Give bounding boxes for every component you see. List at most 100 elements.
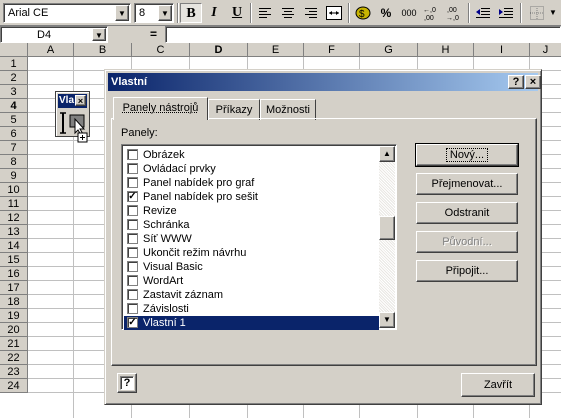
- align-right-button[interactable]: [300, 3, 322, 23]
- list-item[interactable]: Ukončit režim návrhu: [124, 246, 379, 260]
- column-header[interactable]: C: [132, 43, 190, 57]
- formula-input[interactable]: [165, 26, 561, 43]
- increase-decimal-button[interactable]: ←,0,00: [421, 3, 443, 23]
- equals-sign[interactable]: =: [150, 27, 157, 41]
- list-item[interactable]: WordArt: [124, 274, 379, 288]
- close-icon[interactable]: ×: [75, 95, 86, 106]
- checkbox[interactable]: [127, 219, 138, 230]
- list-item[interactable]: Ovládací prvky: [124, 162, 379, 176]
- borders-button[interactable]: [526, 3, 548, 23]
- row-header[interactable]: 18: [0, 295, 28, 309]
- currency-button[interactable]: $: [352, 3, 374, 23]
- column-header[interactable]: E: [248, 43, 304, 57]
- checkbox[interactable]: [127, 205, 138, 216]
- row-header[interactable]: 1: [0, 57, 28, 71]
- list-item[interactable]: Obrázek: [124, 148, 379, 162]
- column-header[interactable]: B: [74, 43, 132, 57]
- close-icon[interactable]: ×: [525, 75, 541, 89]
- tab-options[interactable]: Možnosti: [260, 99, 316, 120]
- rename-toolbar-button[interactable]: Přejmenovat...: [416, 173, 518, 195]
- merge-center-button[interactable]: [323, 3, 345, 23]
- chevron-down-icon[interactable]: ▼: [92, 28, 106, 41]
- bold-button[interactable]: B: [180, 3, 202, 23]
- select-all-corner[interactable]: [0, 43, 28, 57]
- tab-commands[interactable]: Příkazy: [208, 99, 260, 120]
- row-header[interactable]: 11: [0, 197, 28, 211]
- checkbox[interactable]: [127, 247, 138, 258]
- list-item[interactable]: Zastavit záznam: [124, 288, 379, 302]
- font-size-combo[interactable]: 8 ▼: [134, 3, 174, 23]
- column-header[interactable]: D: [190, 43, 248, 57]
- row-header[interactable]: 5: [0, 113, 28, 127]
- font-name-combo[interactable]: Arial CE ▼: [3, 3, 131, 23]
- row-header[interactable]: 9: [0, 169, 28, 183]
- checkbox[interactable]: [127, 163, 138, 174]
- column-header[interactable]: H: [418, 43, 474, 57]
- checkbox[interactable]: [127, 261, 138, 272]
- align-left-button[interactable]: [254, 3, 276, 23]
- dialog-titlebar[interactable]: Vlastní ? ×: [108, 73, 541, 91]
- checkbox[interactable]: [127, 177, 138, 188]
- row-header[interactable]: 8: [0, 155, 28, 169]
- list-item[interactable]: Závislosti: [124, 302, 379, 316]
- chevron-down-icon[interactable]: ▼: [158, 5, 172, 21]
- column-header[interactable]: G: [360, 43, 418, 57]
- checkbox[interactable]: [127, 303, 138, 314]
- percent-button[interactable]: %: [375, 3, 397, 23]
- row-header[interactable]: 3: [0, 85, 28, 99]
- toolbars-listbox[interactable]: Obrázek Ovládací prvky Panel nabídek pro…: [121, 144, 397, 330]
- scroll-up-icon[interactable]: ▲: [379, 146, 395, 162]
- italic-button[interactable]: I: [203, 3, 225, 23]
- chevron-down-icon[interactable]: ▼: [549, 3, 559, 23]
- column-header[interactable]: J: [530, 43, 561, 57]
- align-center-button[interactable]: [277, 3, 299, 23]
- chevron-down-icon[interactable]: ▼: [115, 5, 129, 21]
- checkbox[interactable]: [127, 275, 138, 286]
- help-button[interactable]: ?: [117, 373, 137, 393]
- checkbox-checked[interactable]: ✓: [127, 317, 138, 328]
- row-header[interactable]: 2: [0, 71, 28, 85]
- row-header[interactable]: 17: [0, 281, 28, 295]
- thousands-button[interactable]: 000: [398, 3, 420, 23]
- scroll-down-icon[interactable]: ▼: [379, 312, 395, 328]
- column-header[interactable]: F: [304, 43, 360, 57]
- increase-indent-button[interactable]: [495, 3, 517, 23]
- tab-toolbars[interactable]: Panely nástrojů: [113, 97, 208, 120]
- new-toolbar-button[interactable]: Nový...: [415, 143, 519, 167]
- list-item[interactable]: Revize: [124, 204, 379, 218]
- floating-toolbar[interactable]: Vla ×: [55, 91, 90, 143]
- row-header[interactable]: 15: [0, 253, 28, 267]
- row-header[interactable]: 10: [0, 183, 28, 197]
- delete-toolbar-button[interactable]: Odstranit: [416, 202, 518, 224]
- row-header[interactable]: 4: [0, 99, 28, 113]
- checkbox-checked[interactable]: ✓: [127, 191, 138, 202]
- close-dialog-button[interactable]: Zavřít: [461, 373, 535, 397]
- list-scrollbar[interactable]: ▲ ▼: [379, 146, 395, 328]
- row-header[interactable]: 6: [0, 127, 28, 141]
- floating-toolbar-title[interactable]: Vla ×: [58, 94, 87, 108]
- list-item[interactable]: ✓ Panel nabídek pro sešit: [124, 190, 379, 204]
- list-item[interactable]: Panel nabídek pro graf: [124, 176, 379, 190]
- row-header[interactable]: 21: [0, 337, 28, 351]
- list-item[interactable]: Schránka: [124, 218, 379, 232]
- row-header[interactable]: 24: [0, 379, 28, 393]
- row-header[interactable]: 12: [0, 211, 28, 225]
- row-header[interactable]: 14: [0, 239, 28, 253]
- list-item-selected[interactable]: ✓ Vlastní 1: [124, 316, 379, 330]
- checkbox[interactable]: [127, 289, 138, 300]
- row-header[interactable]: 23: [0, 365, 28, 379]
- list-item[interactable]: Síť WWW: [124, 232, 379, 246]
- row-header[interactable]: 20: [0, 323, 28, 337]
- column-header[interactable]: A: [28, 43, 74, 57]
- underline-button[interactable]: U: [226, 3, 248, 23]
- row-header[interactable]: 7: [0, 141, 28, 155]
- row-header[interactable]: 19: [0, 309, 28, 323]
- column-header[interactable]: I: [474, 43, 530, 57]
- scroll-thumb[interactable]: [379, 216, 395, 240]
- name-box[interactable]: D4 ▼: [0, 26, 108, 43]
- decrease-decimal-button[interactable]: ,00 →,0: [444, 3, 466, 23]
- decrease-indent-button[interactable]: [472, 3, 494, 23]
- attach-toolbar-button[interactable]: Připojit...: [416, 260, 518, 282]
- row-header[interactable]: 16: [0, 267, 28, 281]
- row-header[interactable]: 22: [0, 351, 28, 365]
